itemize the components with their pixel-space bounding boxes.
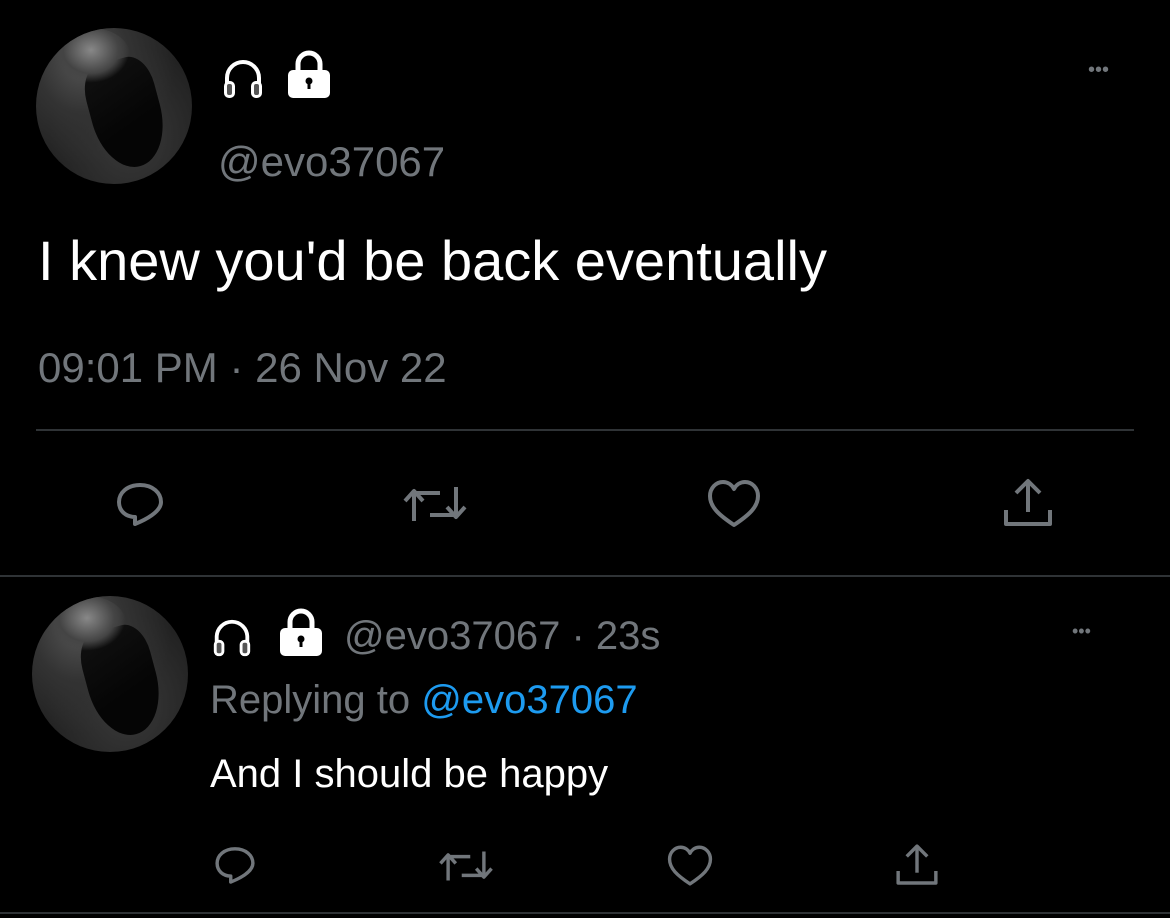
reply-icon: [117, 483, 163, 526]
share-button[interactable]: [892, 840, 942, 890]
replying-handle-link[interactable]: @evo37067: [421, 678, 637, 722]
share-button[interactable]: [1000, 474, 1056, 532]
avatar[interactable]: [36, 28, 192, 184]
section-divider: [0, 575, 1170, 577]
retweet-icon: [403, 487, 467, 521]
tweet-time: 09:01 PM: [38, 344, 218, 391]
like-button[interactable]: [704, 476, 764, 532]
share-icon: [1004, 479, 1052, 526]
headphones-icon: [220, 56, 266, 102]
heart-icon: [708, 480, 760, 527]
retweet-button[interactable]: [400, 476, 470, 532]
lock-icon: [284, 48, 334, 100]
heart-icon: [667, 845, 713, 886]
separator: ·: [229, 344, 244, 391]
lock-icon: [276, 606, 326, 658]
headphones-icon: [210, 616, 254, 660]
reply-icon: [215, 847, 255, 884]
tweet-timestamp: 09:01 PM · 26 Nov 22: [38, 344, 447, 392]
reply-text: And I should be happy: [210, 752, 609, 796]
avatar[interactable]: [32, 596, 188, 752]
tweet-text: I knew you'd be back eventually: [38, 229, 827, 292]
reply-button[interactable]: [112, 476, 168, 532]
divider: [36, 429, 1134, 431]
bottom-divider: [0, 912, 1170, 914]
user-handle[interactable]: @evo37067: [218, 138, 445, 186]
reply-button[interactable]: [210, 840, 260, 890]
replying-to: Replying to @evo37067: [210, 678, 638, 723]
reply-time: 23s: [595, 614, 661, 658]
share-icon: [896, 844, 938, 885]
retweet-button[interactable]: [436, 842, 496, 890]
more-options-button[interactable]: •••: [1072, 622, 1091, 640]
reply-meta: @evo37067 · 23s: [344, 614, 660, 659]
replying-prefix: Replying to: [210, 678, 411, 722]
retweet-icon: [439, 851, 493, 881]
more-options-button[interactable]: •••: [1088, 60, 1109, 80]
separator: ·: [571, 614, 585, 658]
like-button[interactable]: [664, 842, 716, 890]
tweet-date: 26 Nov 22: [255, 344, 447, 391]
user-handle[interactable]: @evo37067: [344, 614, 560, 658]
